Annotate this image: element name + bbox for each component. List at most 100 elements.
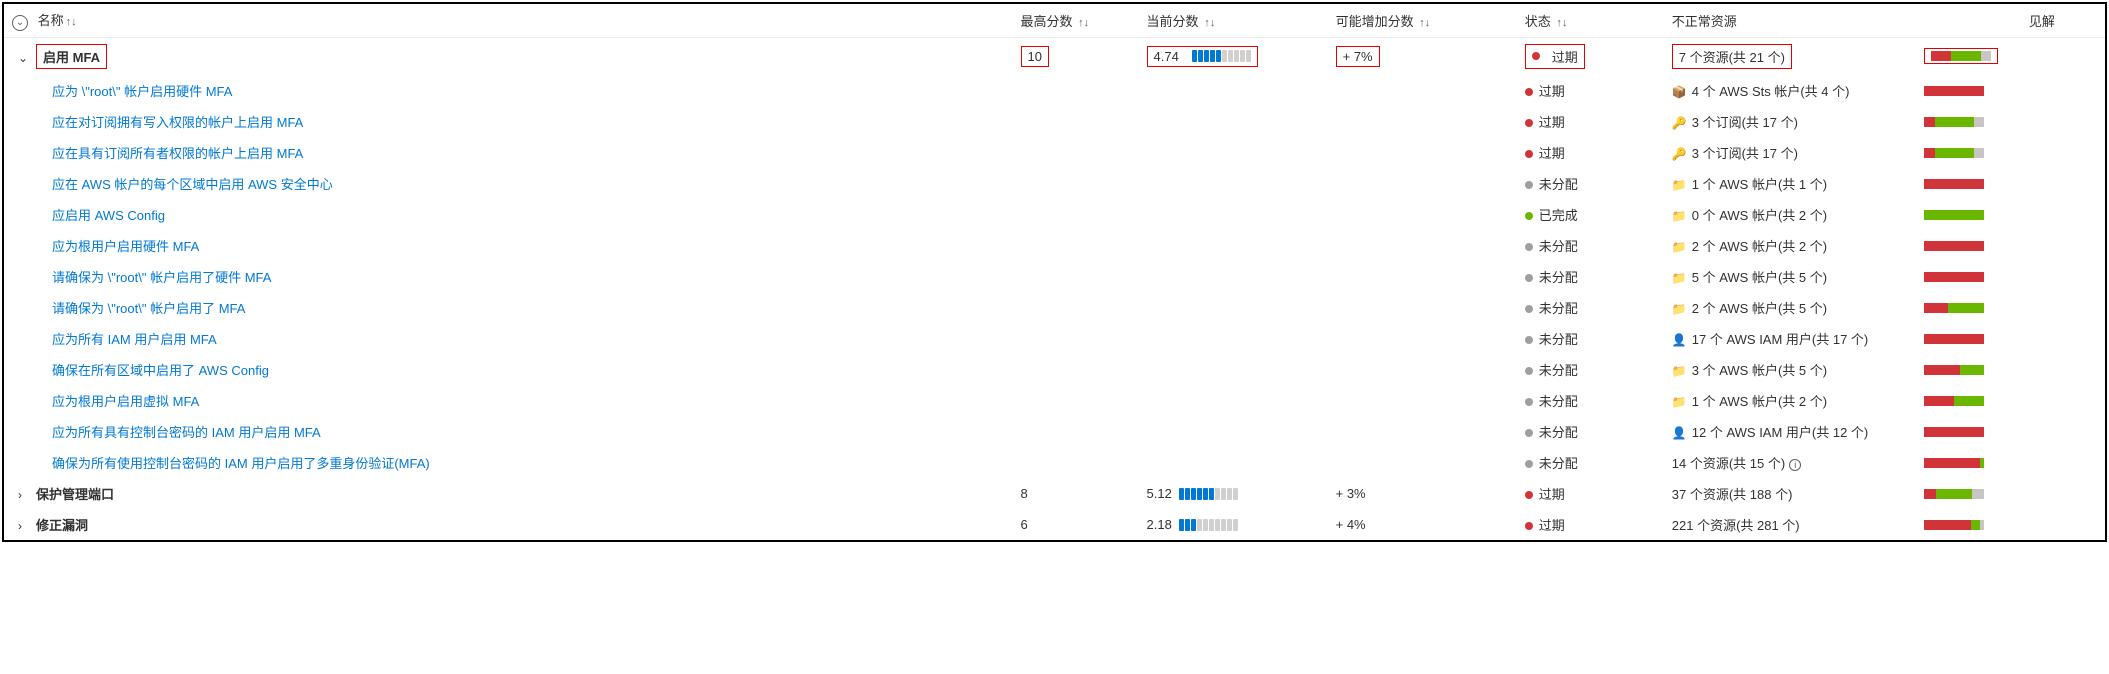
status-dot-icon <box>1525 243 1533 251</box>
recommendation-link[interactable]: 请确保为 \"root\" 帐户启用了 MFA <box>52 301 245 316</box>
group-row[interactable]: ›修正漏洞62.18 + 4%过期221 个资源(共 281 个) <box>4 509 2105 540</box>
recommendation-link[interactable]: 应启用 AWS Config <box>52 208 165 223</box>
unhealthy-text: 2 个 AWS 帐户(共 5 个) <box>1692 301 1827 316</box>
unhealthy-text: 4 个 AWS Sts 帐户(共 4 个) <box>1692 84 1850 99</box>
recommendation-row[interactable]: 应启用 AWS Config已完成📁0 个 AWS 帐户(共 2 个) <box>4 199 2105 230</box>
header-name[interactable]: ⌄ 名称↑↓ <box>4 4 1013 37</box>
status-dot-icon <box>1532 52 1540 60</box>
unhealthy-text: 17 个 AWS IAM 用户(共 17 个) <box>1692 332 1869 347</box>
recommendation-row[interactable]: 应为所有具有控制台密码的 IAM 用户启用 MFA未分配👤12 个 AWS IA… <box>4 416 2105 447</box>
health-bar <box>1924 241 1984 251</box>
status-dot-icon <box>1525 460 1533 468</box>
recommendation-link[interactable]: 应在对订阅拥有写入权限的帐户上启用 MFA <box>52 115 303 130</box>
unhealthy-text: 1 个 AWS 帐户(共 2 个) <box>1692 394 1827 409</box>
group-name: 保护管理端口 <box>36 487 114 502</box>
resource-icon: 👤 <box>1672 333 1686 347</box>
recommendation-link[interactable]: 应为所有 IAM 用户启用 MFA <box>52 332 217 347</box>
unhealthy-text: 3 个订阅(共 17 个) <box>1692 115 1798 130</box>
recommendation-row[interactable]: 应为根用户启用虚拟 MFA未分配📁1 个 AWS 帐户(共 2 个) <box>4 385 2105 416</box>
health-bar <box>1924 396 1984 406</box>
recommendation-link[interactable]: 确保为所有使用控制台密码的 IAM 用户启用了多重身份验证(MFA) <box>52 456 430 471</box>
health-bar <box>1924 148 1984 158</box>
health-bar <box>1924 303 1984 313</box>
resource-icon: 🔑 <box>1672 116 1686 130</box>
recommendation-row[interactable]: 请确保为 \"root\" 帐户启用了硬件 MFA未分配📁5 个 AWS 帐户(… <box>4 261 2105 292</box>
header-status[interactable]: 状态 ↑↓ <box>1517 4 1664 37</box>
recommendation-link[interactable]: 应为根用户启用硬件 MFA <box>52 239 199 254</box>
group-name: 启用 MFA <box>43 47 100 66</box>
resource-icon: 👤 <box>1672 426 1686 440</box>
recommendations-table: ⌄ 名称↑↓ 最高分数 ↑↓ 当前分数 ↑↓ 可能增加分数 ↑↓ 状态 ↑↓ 不… <box>4 4 2105 540</box>
health-bar <box>1924 86 1984 96</box>
recommendation-link[interactable]: 应在具有订阅所有者权限的帐户上启用 MFA <box>52 146 303 161</box>
resource-icon: 📁 <box>1672 271 1686 285</box>
unhealthy-text: 5 个 AWS 帐户(共 5 个) <box>1692 270 1827 285</box>
score-bar <box>1179 488 1238 500</box>
status-dot-icon <box>1525 88 1533 96</box>
status-dot-icon <box>1525 491 1533 499</box>
status-dot-icon <box>1525 367 1533 375</box>
status-dot-icon <box>1525 429 1533 437</box>
table-header-row: ⌄ 名称↑↓ 最高分数 ↑↓ 当前分数 ↑↓ 可能增加分数 ↑↓ 状态 ↑↓ 不… <box>4 4 2105 37</box>
unhealthy-text: 3 个订阅(共 17 个) <box>1692 146 1798 161</box>
recommendation-row[interactable]: 确保为所有使用控制台密码的 IAM 用户启用了多重身份验证(MFA)未分配14 … <box>4 447 2105 478</box>
recommendation-row[interactable]: 应为根用户启用硬件 MFA未分配📁2 个 AWS 帐户(共 2 个) <box>4 230 2105 261</box>
header-max-score[interactable]: 最高分数 ↑↓ <box>1013 4 1139 37</box>
score-bar <box>1192 50 1251 62</box>
health-bar <box>1924 210 1984 220</box>
chevron-icon[interactable]: › <box>18 488 32 502</box>
resource-icon: 📁 <box>1672 395 1686 409</box>
unhealthy-text: 14 个资源(共 15 个) <box>1672 456 1785 471</box>
unhealthy-text: 3 个 AWS 帐户(共 5 个) <box>1692 363 1827 378</box>
health-bar <box>1924 458 1984 468</box>
header-insights[interactable]: 见解 <box>2021 4 2105 37</box>
resource-icon: 📁 <box>1672 364 1686 378</box>
recommendation-row[interactable]: 确保在所有区域中启用了 AWS Config未分配📁3 个 AWS 帐户(共 5… <box>4 354 2105 385</box>
header-current-score[interactable]: 当前分数 ↑↓ <box>1139 4 1328 37</box>
chevron-icon[interactable]: › <box>18 519 32 533</box>
unhealthy-text: 1 个 AWS 帐户(共 1 个) <box>1692 177 1827 192</box>
health-bar <box>1931 51 1991 61</box>
recommendation-link[interactable]: 应为根用户启用虚拟 MFA <box>52 394 199 409</box>
recommendation-row[interactable]: 应在 AWS 帐户的每个区域中启用 AWS 安全中心未分配📁1 个 AWS 帐户… <box>4 168 2105 199</box>
status-dot-icon <box>1525 522 1533 530</box>
status-dot-icon <box>1525 150 1533 158</box>
group-row[interactable]: ›保护管理端口85.12 + 3%过期37 个资源(共 188 个) <box>4 478 2105 509</box>
resource-icon: 📁 <box>1672 209 1686 223</box>
recommendation-link[interactable]: 应在 AWS 帐户的每个区域中启用 AWS 安全中心 <box>52 177 333 192</box>
unhealthy-text: 0 个 AWS 帐户(共 2 个) <box>1692 208 1827 223</box>
health-bar <box>1924 272 1984 282</box>
header-potential-increase[interactable]: 可能增加分数 ↑↓ <box>1328 4 1517 37</box>
recommendation-row[interactable]: 应在对订阅拥有写入权限的帐户上启用 MFA过期🔑3 个订阅(共 17 个) <box>4 106 2105 137</box>
resource-icon: 📁 <box>1672 302 1686 316</box>
recommendation-row[interactable]: 应为所有 IAM 用户启用 MFA未分配👤17 个 AWS IAM 用户(共 1… <box>4 323 2105 354</box>
status-dot-icon <box>1525 305 1533 313</box>
expand-all-icon[interactable]: ⌄ <box>12 15 28 31</box>
unhealthy-text: 2 个 AWS 帐户(共 2 个) <box>1692 239 1827 254</box>
health-bar <box>1924 365 1984 375</box>
health-bar <box>1924 117 1984 127</box>
resource-icon: 🔑 <box>1672 147 1686 161</box>
chevron-icon[interactable]: ⌄ <box>18 51 32 65</box>
header-unhealthy[interactable]: 不正常资源 <box>1664 4 2021 37</box>
health-bar <box>1924 334 1984 344</box>
info-icon[interactable]: i <box>1789 459 1801 471</box>
health-bar <box>1924 520 1984 530</box>
health-bar <box>1924 489 1984 499</box>
status-dot-icon <box>1525 212 1533 220</box>
status-dot-icon <box>1525 336 1533 344</box>
score-bar <box>1179 519 1238 531</box>
resource-icon: 📦 <box>1672 85 1686 99</box>
recommendation-row[interactable]: 应为 \"root\" 帐户启用硬件 MFA过期📦4 个 AWS Sts 帐户(… <box>4 75 2105 106</box>
recommendation-row[interactable]: 请确保为 \"root\" 帐户启用了 MFA未分配📁2 个 AWS 帐户(共 … <box>4 292 2105 323</box>
recommendation-row[interactable]: 应在具有订阅所有者权限的帐户上启用 MFA过期🔑3 个订阅(共 17 个) <box>4 137 2105 168</box>
recommendation-link[interactable]: 应为所有具有控制台密码的 IAM 用户启用 MFA <box>52 425 321 440</box>
recommendation-link[interactable]: 应为 \"root\" 帐户启用硬件 MFA <box>52 84 232 99</box>
resource-icon: 📁 <box>1672 240 1686 254</box>
status-dot-icon <box>1525 181 1533 189</box>
health-bar <box>1924 427 1984 437</box>
group-row[interactable]: ⌄启用 MFA104.74 + 7%过期7 个资源(共 21 个) <box>4 37 2105 75</box>
resource-icon: 📁 <box>1672 178 1686 192</box>
recommendation-link[interactable]: 请确保为 \"root\" 帐户启用了硬件 MFA <box>52 270 271 285</box>
recommendation-link[interactable]: 确保在所有区域中启用了 AWS Config <box>52 363 269 378</box>
